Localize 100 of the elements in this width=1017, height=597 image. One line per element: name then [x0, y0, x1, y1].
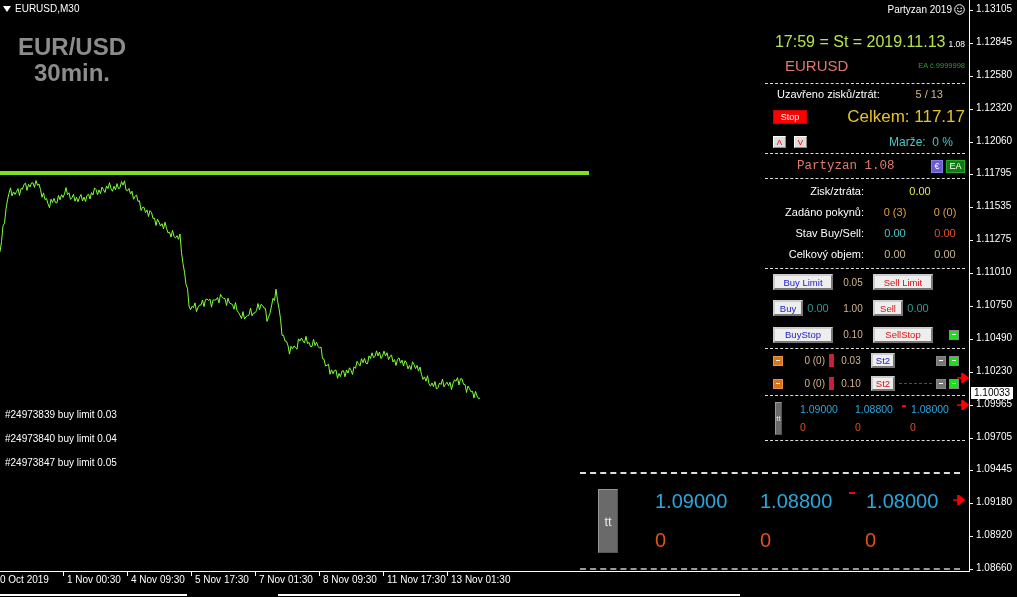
price-label: 1.10750: [976, 299, 1013, 310]
order-count: 0 (0): [803, 355, 825, 366]
stat-value: 0 (0): [932, 206, 958, 220]
buy-button[interactable]: Buy Limit: [773, 274, 833, 291]
arrow-icon: [957, 373, 969, 383]
ea-button[interactable]: EA: [946, 159, 965, 173]
price-label: 1.10490: [976, 331, 1013, 343]
price-label: 1.08660: [976, 562, 1013, 574]
euro-button[interactable]: €: [931, 159, 943, 173]
price-label: 1.11010: [976, 266, 1012, 278]
stat-value: 0.00: [883, 248, 907, 262]
arrow-icon: [957, 400, 969, 410]
stat-value: 0.00: [933, 248, 957, 262]
down-button[interactable]: V: [794, 136, 807, 149]
stat-value: 0.00: [883, 227, 907, 241]
stat-value: 0.00: [933, 227, 957, 241]
price-label: 1.08920: [976, 529, 1013, 541]
price-label: 1.09445: [976, 463, 1013, 475]
time-label: 8 Nov 09:30: [323, 574, 377, 585]
up-button[interactable]: Λ: [773, 136, 786, 149]
level-count: 0: [760, 529, 772, 552]
order-label: #24973840 buy limit 0.04: [5, 433, 117, 444]
pending-line: [899, 383, 932, 384]
price-level: 1.08800: [760, 490, 833, 513]
toggle-switch[interactable]: [949, 355, 959, 366]
sell-button[interactable]: Sell Limit: [873, 274, 933, 291]
minus-button[interactable]: [773, 355, 783, 366]
order-count: 0 (0): [803, 378, 825, 389]
price-label: 1.09705: [976, 430, 1013, 442]
time-label: 5 Nov 17:30: [195, 574, 249, 585]
price-label: 1.12320: [976, 101, 1013, 113]
lot-value: 0.05: [842, 276, 864, 288]
minus-button[interactable]: [936, 355, 946, 366]
current-price: 1.10033: [971, 387, 1014, 399]
dash-mark: [849, 492, 855, 494]
toggle-switch[interactable]: [949, 329, 959, 340]
chart-watermark: 30min.: [34, 60, 110, 86]
stat-value: 0 (3): [882, 206, 908, 220]
buy-button[interactable]: BuyStop: [773, 326, 833, 343]
dash-mark: [902, 405, 906, 407]
time-label: 7 Nov 01:30: [259, 574, 313, 585]
price-label: 1.09180: [976, 496, 1013, 508]
level-count: 0: [855, 421, 861, 433]
panel-title: Partyzan 1.08: [797, 159, 895, 173]
price-label: 1.12580: [976, 68, 1013, 80]
price-level: 1.09000: [655, 490, 728, 513]
level-count: 0: [655, 529, 667, 552]
step-button[interactable]: St2: [871, 353, 895, 368]
step-button[interactable]: St2: [871, 376, 895, 391]
closed-value: 5 / 13: [915, 87, 943, 100]
buy-button[interactable]: Buy: [773, 300, 803, 317]
price-label: 1.13105: [976, 3, 1013, 14]
level-bar: [829, 354, 834, 367]
price-level: 1.08000: [866, 490, 939, 513]
price-level: 1.09000: [800, 403, 838, 415]
order-label: #24973847 buy limit 0.05: [5, 457, 117, 468]
minus-button[interactable]: [936, 378, 946, 389]
margin-label: Marže: 0 %: [888, 135, 953, 150]
time-label: 1 Nov 00:30: [67, 574, 121, 585]
price-label: 1.09965: [976, 397, 1013, 409]
stat-label: Zadáno pokynů:: [784, 206, 865, 220]
total-label: Celkem: 117.17: [847, 107, 965, 128]
stop-button[interactable]: Stop: [773, 110, 807, 125]
stat-label: Stav Buy/Sell:: [794, 227, 865, 241]
level-count: 0: [800, 421, 806, 433]
lot-value: 0.03: [840, 355, 862, 366]
lot-value: 1.00: [842, 303, 864, 314]
price-label: 1.11795: [976, 167, 1012, 179]
price-label: 1.12845: [976, 35, 1013, 47]
lot-value: 0.10: [840, 378, 862, 389]
stat-label: Celkový objem:: [787, 248, 865, 262]
time-label: 0 Oct 2019: [0, 574, 49, 585]
price-label: 1.12060: [976, 134, 1013, 146]
clock-date: 17:59 = St = 2019.11.13: [774, 33, 946, 51]
minus-button[interactable]: [773, 378, 783, 389]
price-label: 1.11275: [976, 233, 1012, 245]
toggle-button[interactable]: tt: [775, 401, 782, 435]
sell-value: 0.00: [906, 302, 930, 315]
sell-button[interactable]: Sell: [873, 300, 903, 317]
arrow-icon: [953, 495, 965, 505]
level-count: 0: [910, 421, 916, 433]
price-label: 1.11535: [976, 200, 1012, 212]
closed-label: Uzavřeno zisků/ztrát:: [777, 87, 880, 100]
order-label: #24973839 buy limit 0.03: [5, 409, 117, 420]
triangle-icon[interactable]: [3, 5, 11, 12]
smiley-icon: [954, 4, 965, 15]
brand-label: Partyzan 2019: [887, 4, 952, 15]
stat-value: 0.00: [908, 185, 932, 199]
toggle-switch[interactable]: [949, 378, 959, 389]
toggle-button[interactable]: tt: [598, 489, 618, 553]
chart-watermark: EUR/USD: [18, 34, 126, 60]
level-bar: [829, 377, 834, 390]
time-label: 13 Nov 01:30: [451, 574, 511, 585]
stat-label: Zisk/ztráta:: [809, 185, 865, 199]
symbol-label: EURUSD: [785, 57, 849, 74]
buy-value: 0.00: [806, 302, 830, 315]
sell-button[interactable]: SellStop: [873, 326, 933, 343]
price-level: 1.08800: [855, 403, 893, 415]
lot-value: 0.10: [842, 329, 864, 341]
time-label: 11 Nov 17:30: [387, 574, 446, 585]
